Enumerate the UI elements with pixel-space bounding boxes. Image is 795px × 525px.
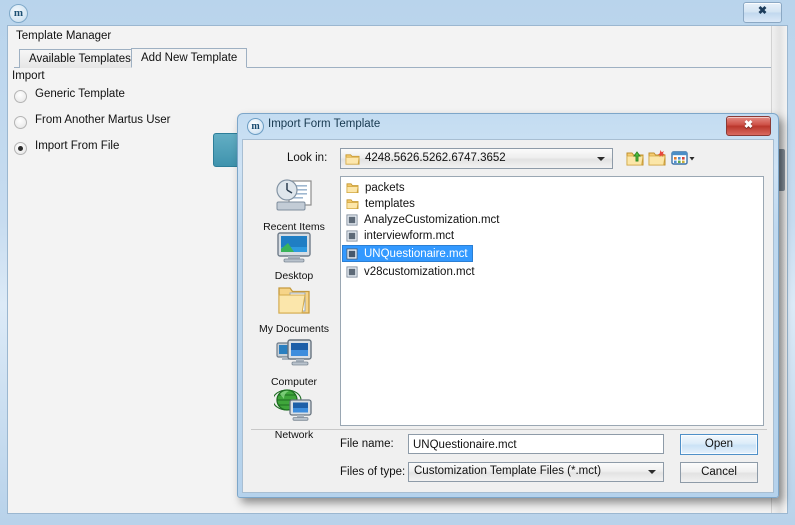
dialog-body: Look in: 4248.5626.5262.6747.3652 Recent… xyxy=(242,139,774,493)
tabstrip: Available Templates Add New Template xyxy=(14,48,784,68)
file-icon xyxy=(346,230,358,242)
look-in-value: 4248.5626.5262.6747.3652 xyxy=(365,152,506,164)
computer-icon xyxy=(276,339,312,366)
dialog-close-button[interactable]: ✖ xyxy=(726,116,771,136)
radio-label: From Another Martus User xyxy=(35,114,171,126)
network-icon xyxy=(272,389,312,421)
file-icon xyxy=(346,265,358,278)
radio-indicator-icon xyxy=(14,90,27,103)
list-item[interactable]: AnalyzeCustomization.mct xyxy=(343,212,761,228)
chevron-down-icon xyxy=(648,470,656,474)
file-name: packets xyxy=(365,182,405,194)
page-title: Template Manager xyxy=(16,30,112,42)
file-name: templates xyxy=(365,198,415,210)
list-item[interactable]: templates xyxy=(343,196,761,212)
import-form-template-dialog: m Import Form Template ✖ Look in: 4248.5… xyxy=(237,113,779,498)
import-group-label: Import xyxy=(12,70,45,82)
main-window-close-button[interactable]: ✖ xyxy=(743,2,782,23)
close-icon: ✖ xyxy=(757,5,768,17)
list-item[interactable]: interviewform.mct xyxy=(343,228,761,244)
main-window-titlebar[interactable]: m ✖ xyxy=(0,0,795,25)
folder-icon xyxy=(345,152,360,169)
folder-icon xyxy=(346,199,359,210)
divider xyxy=(251,429,767,430)
recent-items-icon xyxy=(276,179,312,211)
look-in-combobox[interactable]: 4248.5626.5262.6747.3652 xyxy=(340,148,613,169)
up-one-level-icon[interactable] xyxy=(625,148,645,168)
files-of-type-value: Customization Template Files (*.mct) xyxy=(414,465,602,477)
file-icon xyxy=(346,247,358,260)
radio-indicator-icon xyxy=(14,116,27,129)
files-of-type-combobox[interactable]: Customization Template Files (*.mct) xyxy=(408,462,664,482)
files-of-type-label: Files of type: xyxy=(340,466,406,478)
chevron-down-icon xyxy=(597,156,605,161)
radio-label: Generic Template xyxy=(35,88,125,100)
radio-indicator-icon xyxy=(14,142,27,155)
close-icon: ✖ xyxy=(743,119,754,131)
place-recent-items[interactable]: Recent Items xyxy=(250,176,338,233)
look-in-label: Look in: xyxy=(287,152,328,164)
list-item[interactable]: packets xyxy=(343,180,761,196)
open-button[interactable]: Open xyxy=(680,434,758,455)
place-my-documents[interactable]: My Documents xyxy=(250,282,338,335)
place-label: Network xyxy=(274,429,314,441)
place-label: My Documents xyxy=(258,323,330,335)
place-desktop[interactable]: Desktop xyxy=(250,229,338,282)
places-bar: Recent Items Desktop My Documents Comput… xyxy=(250,176,338,444)
folder-icon xyxy=(346,183,359,194)
desktop-icon xyxy=(277,232,311,263)
view-menu-icon[interactable] xyxy=(670,148,696,168)
file-name: interviewform.mct xyxy=(364,230,455,242)
tab-add-new-template[interactable]: Add New Template xyxy=(131,48,248,68)
file-name-input[interactable] xyxy=(408,434,664,454)
file-name-label: File name: xyxy=(340,438,394,450)
place-label: Computer xyxy=(270,376,318,388)
radio-label: Import From File xyxy=(35,140,120,152)
place-label: Desktop xyxy=(274,270,314,282)
martus-m-icon: m xyxy=(247,118,264,135)
file-name: v28customization.mct xyxy=(364,265,475,278)
cancel-button[interactable]: Cancel xyxy=(680,462,758,483)
dialog-titlebar[interactable]: m Import Form Template ✖ xyxy=(238,114,778,138)
list-item[interactable]: v28customization.mct xyxy=(343,264,761,280)
martus-m-icon: m xyxy=(9,4,28,23)
list-item-selected[interactable]: UNQuestionaire.mct xyxy=(342,245,473,262)
place-network[interactable]: Network xyxy=(250,388,338,441)
file-name: UNQuestionaire.mct xyxy=(364,247,468,260)
create-new-folder-icon[interactable] xyxy=(647,148,667,168)
place-computer[interactable]: Computer xyxy=(250,335,338,388)
my-documents-icon xyxy=(278,287,310,314)
file-list[interactable]: packets templates AnalyzeCustomization.m… xyxy=(340,176,764,426)
main-application-window: m ✖ Template Manager Available Templates… xyxy=(0,0,795,525)
tab-available-templates[interactable]: Available Templates xyxy=(19,49,141,68)
file-name: AnalyzeCustomization.mct xyxy=(364,214,500,226)
dialog-title: Import Form Template xyxy=(268,118,381,130)
file-icon xyxy=(346,214,358,226)
